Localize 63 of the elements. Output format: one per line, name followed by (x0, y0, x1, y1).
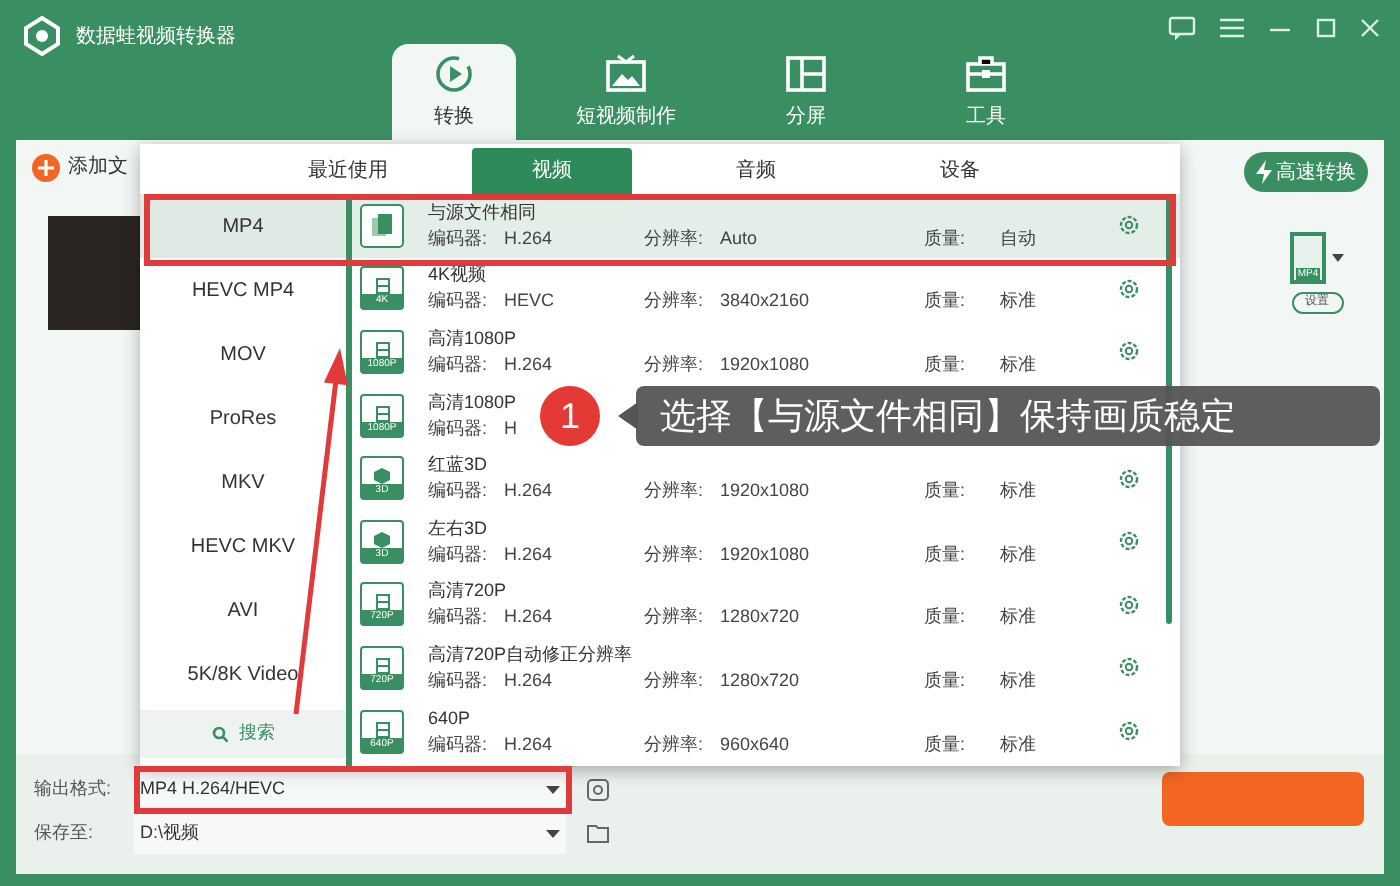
field-label: 质量: (924, 478, 968, 505)
preset-name: 与源文件相同 (428, 199, 536, 226)
field-value: H.264 (504, 604, 553, 631)
field-label: 质量: (924, 351, 968, 378)
field-value: H.264 (504, 478, 553, 505)
field-label: 编码器: (428, 731, 490, 758)
field-label: 分辨率: (644, 541, 706, 568)
field-label: 分辨率: (644, 478, 706, 505)
field-label: 编码器: (428, 478, 490, 505)
preset-name: 高清720P (428, 578, 507, 605)
field-label: 分辨率: (644, 604, 706, 631)
callout-tooltip: 选择【与源文件相同】保持画质稳定 (636, 386, 1380, 446)
field-label: 分辨率: (644, 667, 706, 694)
field-label: 编码器: (428, 351, 490, 378)
field-label: 编码器: (428, 225, 490, 252)
field-value: H.264 (504, 667, 553, 694)
field-label: 分辨率: (644, 225, 706, 252)
field-value: H.264 (504, 225, 553, 252)
field-label: 质量: (924, 731, 968, 758)
preset-name: 高清720P自动修正分辨率 (428, 641, 633, 668)
field-label: 质量: (924, 541, 968, 568)
preset-name: 4K视频 (428, 262, 487, 289)
field-label: 质量: (924, 225, 968, 252)
field-value: 标准 (1000, 288, 1036, 315)
preset-name: 左右3D (428, 515, 488, 542)
field-label: 保存至: (34, 820, 96, 847)
field-label: 分辨率: (644, 288, 706, 315)
field-value: 标准 (1000, 478, 1036, 505)
field-label: 分辨率: (644, 351, 706, 378)
field-value: 1920x1080 (720, 478, 810, 505)
field-value: 标准 (1000, 667, 1036, 694)
field-value: 自动 (1000, 225, 1036, 252)
field-label: 质量: (924, 604, 968, 631)
preset-name: 红蓝3D (428, 452, 488, 479)
field-value: H.264 (504, 541, 553, 568)
field-label: 编码器: (428, 667, 490, 694)
preset-name: 高清1080P (428, 325, 517, 352)
field-label: 编码器: (428, 604, 490, 631)
field-value: 1280x720 (720, 604, 800, 631)
field-value: 标准 (1000, 731, 1036, 758)
field-value: 标准 (1000, 541, 1036, 568)
field-value: 1280x720 (720, 667, 800, 694)
field-value: 标准 (1000, 351, 1036, 378)
field-value: 1920x1080 (720, 541, 810, 568)
field-label: 分辨率: (644, 731, 706, 758)
field-label: 编码器: (428, 415, 490, 442)
field-label: 编码器: (428, 541, 490, 568)
field-value: 960x640 (720, 731, 790, 758)
field-value: 1920x1080 (720, 351, 810, 378)
field-value: H.264 (504, 351, 553, 378)
field-label: 质量: (924, 288, 968, 315)
field-value: Auto (720, 225, 758, 252)
field-label: 编码器: (428, 288, 490, 315)
field-value: H (504, 415, 517, 442)
field-value: 标准 (1000, 604, 1036, 631)
window-title: 数据蛙视频转换器 (76, 23, 236, 51)
field-value: H.264 (504, 731, 553, 758)
field-value: HEVC (504, 288, 555, 315)
preset-name: 640P (428, 705, 471, 732)
field-value: 3840x2160 (720, 288, 810, 315)
field-label: 输出格式: (34, 776, 114, 803)
field-label: 质量: (924, 667, 968, 694)
preset-name: 高清1080P (428, 389, 517, 416)
